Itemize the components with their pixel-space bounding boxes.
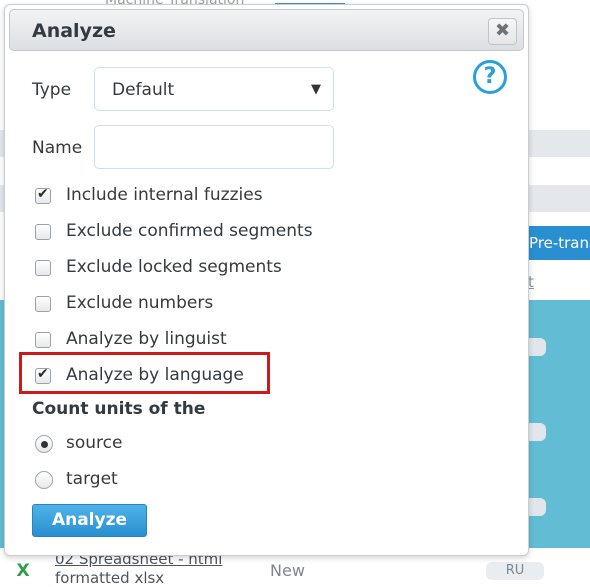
type-select[interactable]: Default ▼: [94, 67, 334, 111]
checkbox[interactable]: [35, 186, 51, 204]
type-select-value: Default: [112, 80, 175, 100]
radio-button[interactable]: [35, 471, 53, 489]
excel-file-icon: X: [13, 560, 33, 582]
dialog-titlebar[interactable]: Analyze ✖: [9, 9, 524, 51]
name-label: Name: [32, 138, 83, 158]
radio-button[interactable]: [35, 435, 53, 453]
dialog-title: Analyze: [32, 20, 116, 42]
checkbox-label: Exclude locked segments: [66, 257, 282, 277]
checkbox-label: Analyze by language: [66, 365, 244, 385]
help-icon[interactable]: ?: [473, 60, 507, 94]
file-name-line2: formatted xlsx: [55, 569, 165, 587]
language-badge: RU: [486, 562, 544, 580]
checkbox-label: Analyze by linguist: [66, 329, 227, 349]
radio-label: source: [66, 433, 123, 453]
count-units-heading: Count units of the: [32, 399, 206, 419]
chevron-down-icon: ▼: [311, 82, 321, 97]
analyze-dialog: Analyze ✖ ? Type Default ▼ Name Include …: [4, 4, 529, 556]
pretranslate-button[interactable]: Pre-translate: [519, 226, 590, 260]
file-status: New: [270, 561, 305, 580]
analyze-button[interactable]: Analyze: [32, 504, 147, 537]
checkbox-label: Include internal fuzzies: [66, 185, 263, 205]
checkbox[interactable]: [35, 366, 51, 384]
checkbox[interactable]: [35, 224, 51, 240]
checkbox[interactable]: [35, 332, 51, 348]
close-icon[interactable]: ✖: [488, 18, 517, 45]
checkbox-label: Exclude confirmed segments: [66, 221, 313, 241]
checkbox[interactable]: [35, 296, 51, 312]
checkbox[interactable]: [35, 260, 51, 276]
checkbox-label: Exclude numbers: [66, 293, 214, 313]
radio-label: target: [66, 469, 118, 489]
type-label: Type: [32, 80, 72, 100]
name-input[interactable]: [94, 125, 334, 169]
